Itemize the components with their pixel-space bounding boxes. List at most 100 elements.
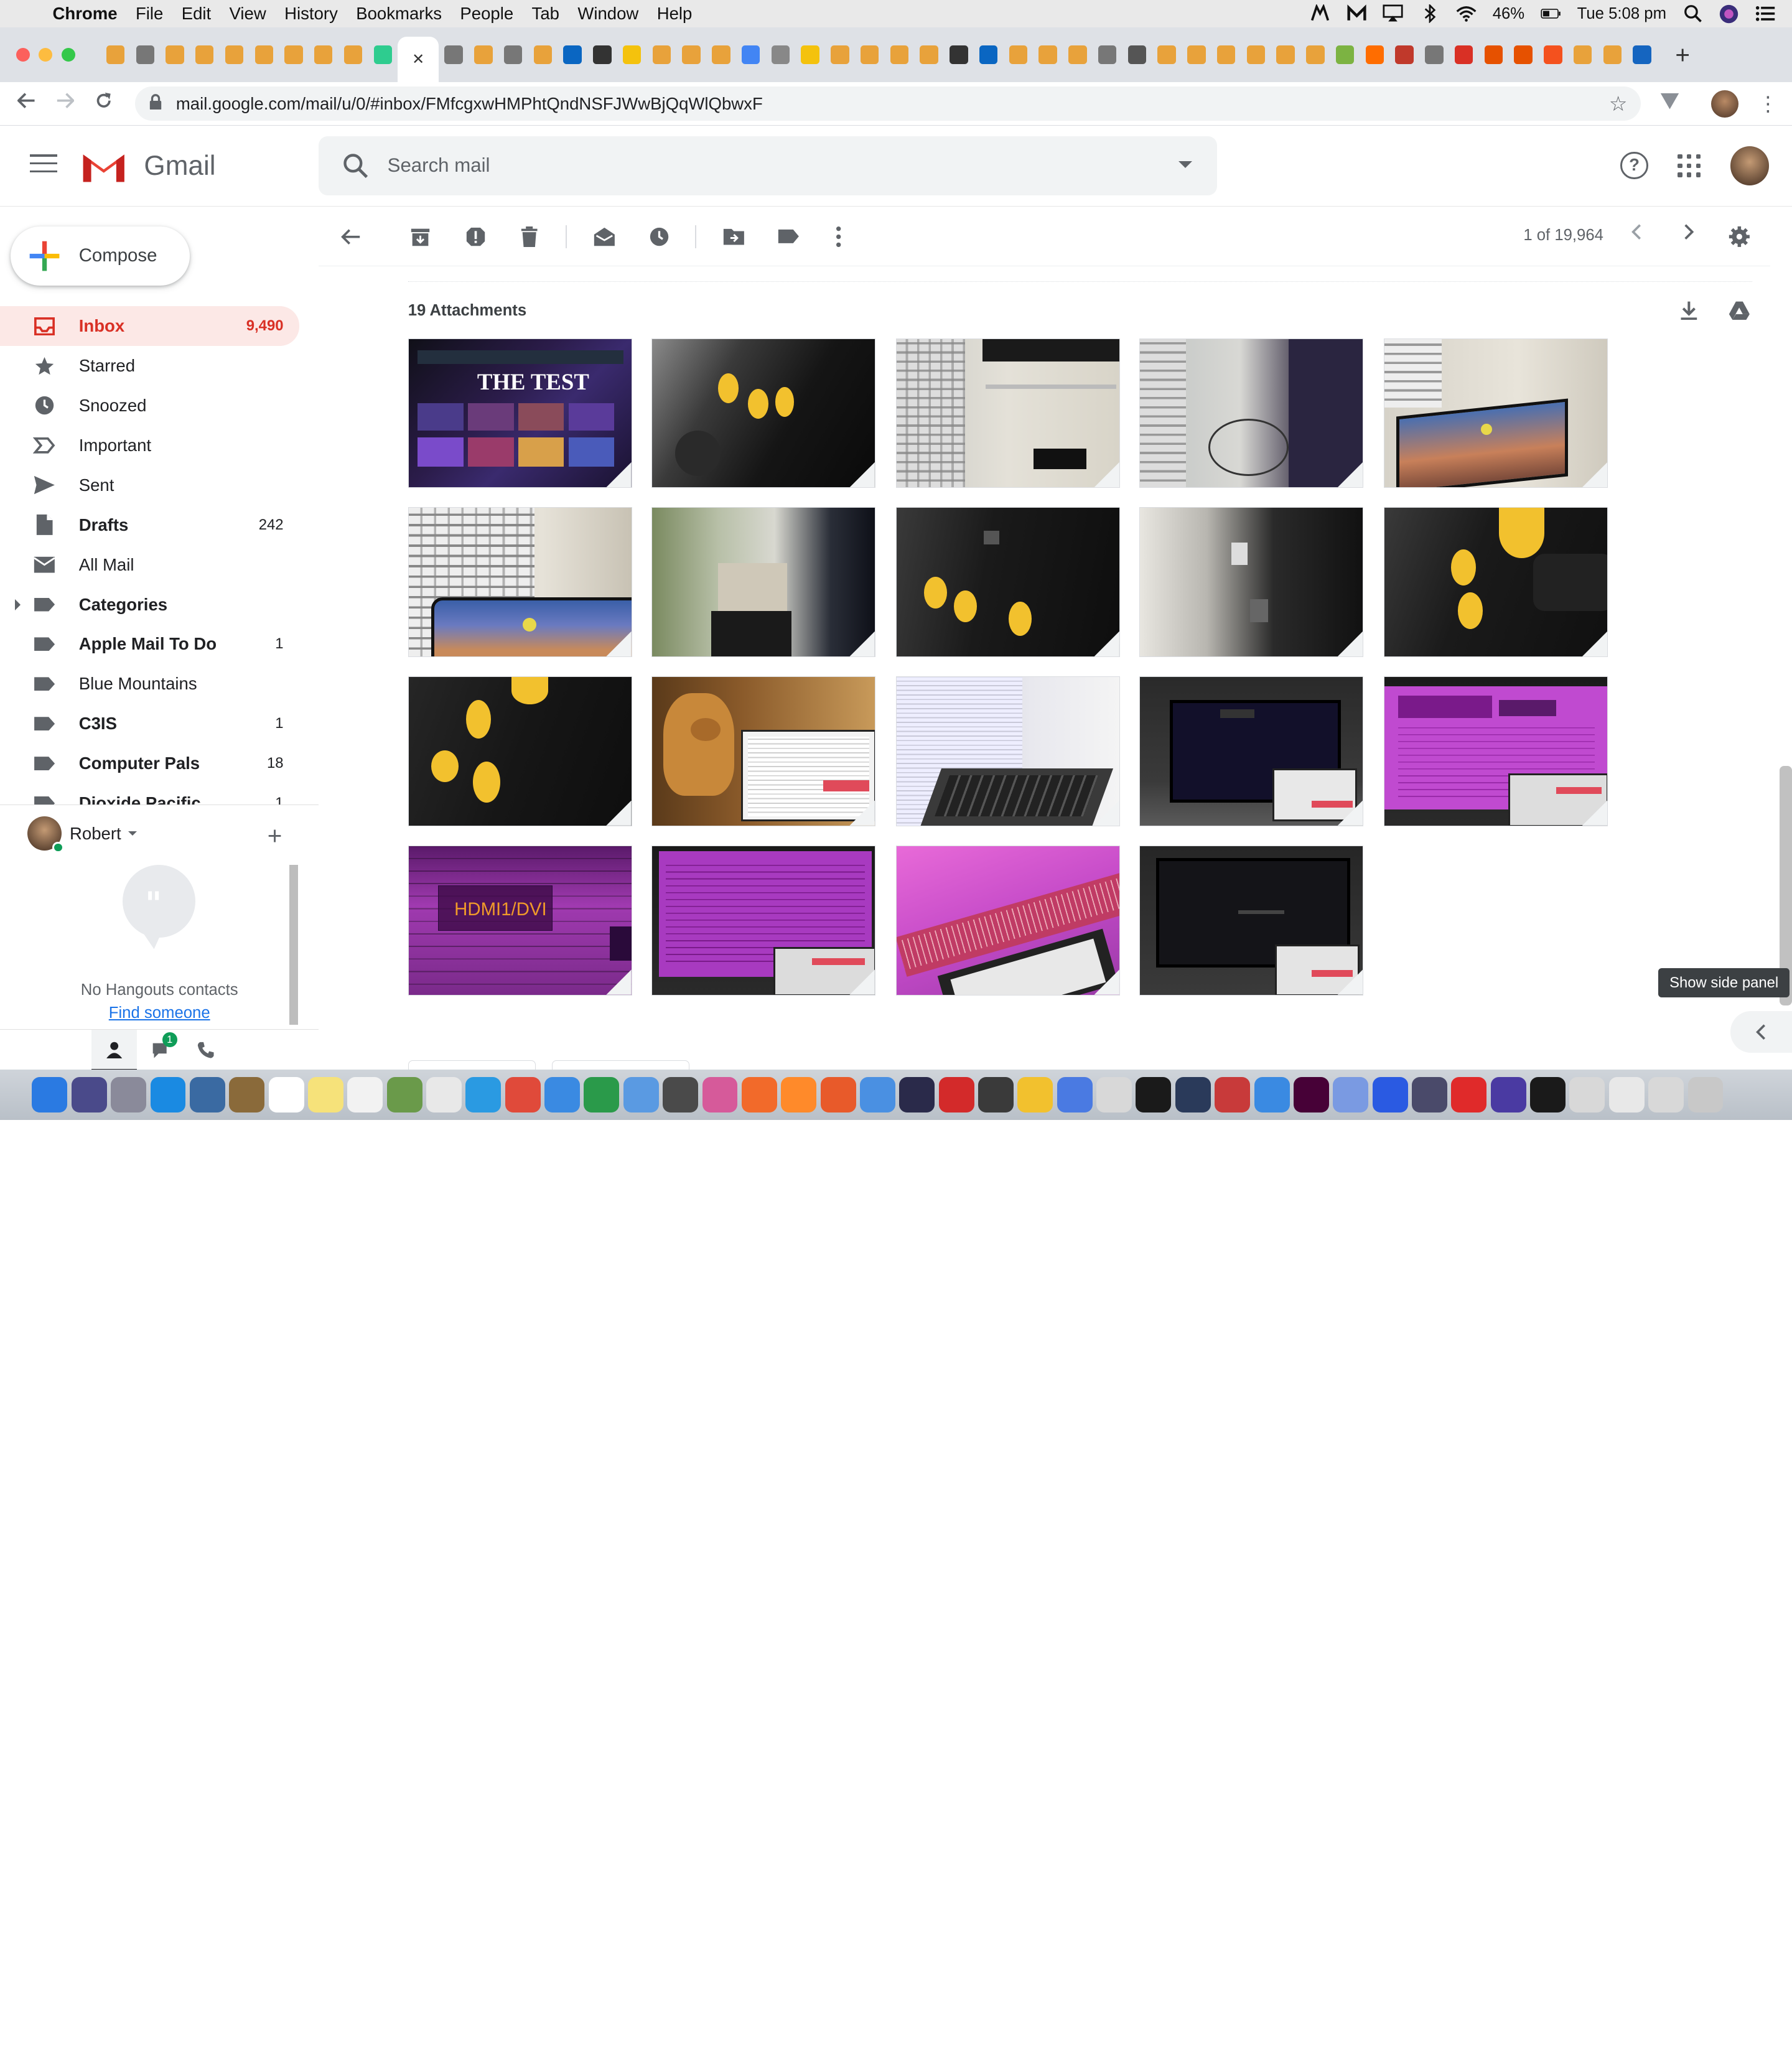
attachment-thumbnail[interactable] bbox=[895, 338, 1120, 488]
close-tab-icon[interactable]: ✕ bbox=[412, 50, 424, 68]
notification-center-icon[interactable] bbox=[1755, 6, 1776, 22]
attachment-thumbnail[interactable] bbox=[1139, 338, 1364, 488]
menu-bookmarks[interactable]: Bookmarks bbox=[347, 4, 451, 24]
menu-help[interactable]: Help bbox=[648, 4, 701, 24]
browser-tab[interactable] bbox=[528, 34, 558, 75]
browser-tab[interactable] bbox=[974, 34, 1004, 75]
browser-tab[interactable] bbox=[646, 34, 676, 75]
menu-tab[interactable]: Tab bbox=[523, 4, 569, 24]
dock-app-icon[interactable] bbox=[1293, 1077, 1329, 1113]
sidebar-item-all-mail[interactable]: All Mail bbox=[0, 545, 299, 585]
dock-app-icon[interactable] bbox=[307, 1077, 343, 1113]
dock-app-icon[interactable] bbox=[1372, 1077, 1408, 1113]
compose-button[interactable]: Compose bbox=[10, 226, 190, 286]
profile-avatar[interactable] bbox=[1710, 90, 1738, 118]
menu-people[interactable]: People bbox=[451, 4, 523, 24]
dock-app-icon[interactable] bbox=[1648, 1077, 1684, 1113]
browser-tab[interactable] bbox=[439, 34, 469, 75]
browser-tab[interactable] bbox=[1508, 34, 1538, 75]
dock-app-icon[interactable] bbox=[1333, 1077, 1369, 1113]
sidebar-item-important[interactable]: Important bbox=[0, 426, 299, 465]
sidebar-item-sent[interactable]: Sent bbox=[0, 465, 299, 505]
lock-icon[interactable] bbox=[149, 94, 165, 114]
browser-tab[interactable] bbox=[130, 34, 160, 75]
dock-app-icon[interactable] bbox=[111, 1077, 147, 1113]
sidebar-item-categories[interactable]: Categories bbox=[0, 585, 299, 625]
browser-tab[interactable] bbox=[736, 34, 766, 75]
save-to-drive-icon[interactable] bbox=[1728, 299, 1751, 322]
reload-button[interactable] bbox=[85, 91, 123, 115]
chrome-menu-icon[interactable]: ⋮ bbox=[1758, 91, 1778, 116]
browser-tab[interactable] bbox=[1033, 34, 1063, 75]
spotlight-search-icon[interactable] bbox=[1682, 5, 1703, 23]
browser-tab[interactable] bbox=[190, 34, 220, 75]
browser-tab[interactable] bbox=[1003, 34, 1033, 75]
browser-tab[interactable] bbox=[1597, 34, 1627, 75]
browser-tab[interactable] bbox=[855, 34, 885, 75]
phone-tab-icon[interactable] bbox=[183, 1030, 228, 1071]
dock-app-icon[interactable] bbox=[820, 1077, 856, 1113]
dock-app-icon[interactable] bbox=[1569, 1077, 1605, 1113]
browser-tab[interactable] bbox=[1182, 34, 1211, 75]
find-someone-link[interactable]: Find someone bbox=[0, 1004, 319, 1022]
status-app-icon[interactable] bbox=[1310, 4, 1330, 22]
newer-chevron-icon[interactable] bbox=[1631, 223, 1642, 246]
extension-icon[interactable] bbox=[1659, 92, 1680, 115]
clock[interactable]: Tue 5:08 pm bbox=[1577, 5, 1666, 23]
dock-app-icon[interactable] bbox=[1096, 1077, 1132, 1113]
chat-tab-icon[interactable]: 1 bbox=[137, 1030, 182, 1071]
browser-tab[interactable] bbox=[309, 34, 338, 75]
tab-gmail-active[interactable]: ✕ bbox=[398, 36, 439, 83]
dock-app-icon[interactable] bbox=[229, 1077, 265, 1113]
browser-tab[interactable] bbox=[1093, 34, 1122, 75]
search-icon[interactable] bbox=[342, 152, 369, 179]
attachment-thumbnail[interactable] bbox=[895, 507, 1120, 658]
dock-app-icon[interactable] bbox=[189, 1077, 225, 1113]
dock-app-icon[interactable] bbox=[702, 1077, 738, 1113]
attachment-thumbnail[interactable]: HDMI1/DVI bbox=[408, 846, 632, 996]
attachment-thumbnail[interactable] bbox=[651, 338, 875, 488]
attachment-thumbnail[interactable] bbox=[1384, 507, 1608, 658]
browser-tab[interactable] bbox=[1063, 34, 1093, 75]
browser-tab[interactable] bbox=[1627, 34, 1657, 75]
siri-icon[interactable] bbox=[1719, 4, 1739, 23]
back-button[interactable] bbox=[7, 91, 45, 115]
show-side-panel-button[interactable] bbox=[1730, 1011, 1792, 1053]
browser-tab[interactable] bbox=[220, 34, 250, 75]
main-menu-icon[interactable] bbox=[29, 154, 57, 179]
attachment-thumbnail[interactable] bbox=[651, 676, 875, 826]
dock-app-icon[interactable] bbox=[781, 1077, 817, 1113]
browser-tab[interactable] bbox=[1241, 34, 1271, 75]
browser-tab[interactable] bbox=[1419, 34, 1449, 75]
dock-app-icon[interactable] bbox=[1017, 1077, 1053, 1113]
dock-app-icon[interactable] bbox=[505, 1077, 541, 1113]
malwarebytes-icon[interactable] bbox=[1346, 4, 1367, 22]
menu-edit[interactable]: Edit bbox=[172, 4, 220, 24]
move-to-icon[interactable] bbox=[721, 224, 746, 249]
download-all-icon[interactable] bbox=[1678, 299, 1701, 322]
attachment-thumbnail[interactable] bbox=[651, 507, 875, 658]
browser-tab[interactable] bbox=[1449, 34, 1479, 75]
attachment-thumbnail[interactable] bbox=[1139, 846, 1364, 996]
menu-file[interactable]: File bbox=[126, 4, 172, 24]
browser-tab[interactable] bbox=[469, 34, 498, 75]
older-chevron-icon[interactable] bbox=[1683, 223, 1694, 246]
contacts-tab-icon[interactable] bbox=[91, 1030, 138, 1071]
snooze-icon[interactable] bbox=[647, 224, 672, 249]
google-apps-icon[interactable] bbox=[1678, 154, 1701, 177]
new-conversation-icon[interactable]: + bbox=[268, 821, 282, 851]
browser-tab[interactable] bbox=[676, 34, 706, 75]
hangouts-user-dropdown-icon[interactable] bbox=[128, 831, 137, 836]
sidebar-item-drafts[interactable]: Drafts 242 bbox=[0, 505, 299, 545]
hangouts-user[interactable]: Robert bbox=[27, 816, 137, 854]
browser-tab[interactable] bbox=[617, 34, 647, 75]
report-spam-icon[interactable] bbox=[463, 224, 488, 249]
browser-tab[interactable] bbox=[1271, 34, 1300, 75]
dock-app-icon[interactable] bbox=[71, 1077, 107, 1113]
menu-app-name[interactable]: Chrome bbox=[39, 4, 126, 24]
attachment-thumbnail[interactable] bbox=[408, 676, 632, 826]
attachment-thumbnail[interactable]: THE TEST bbox=[408, 338, 632, 488]
attachment-thumbnail[interactable] bbox=[1139, 507, 1364, 658]
dock-app-icon[interactable] bbox=[268, 1077, 304, 1113]
browser-tab[interactable] bbox=[249, 34, 279, 75]
